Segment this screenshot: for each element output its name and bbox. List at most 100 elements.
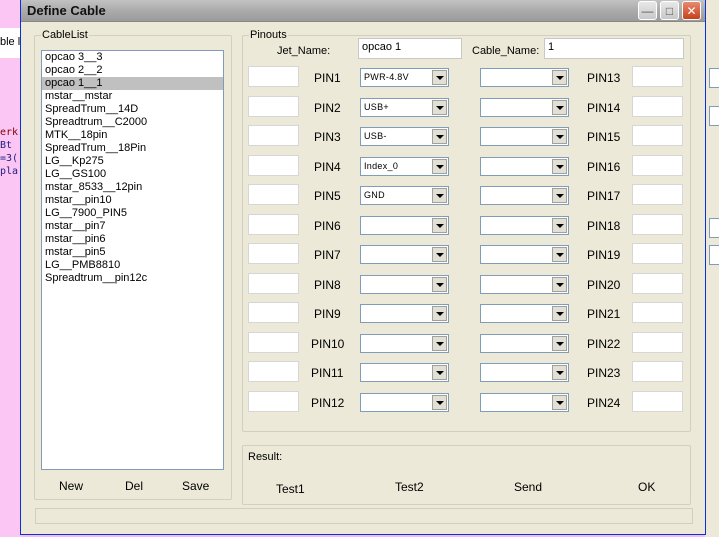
send-button[interactable]: Send: [514, 480, 542, 494]
chevron-down-icon[interactable]: [432, 306, 447, 321]
chevron-down-icon[interactable]: [432, 365, 447, 380]
del-button[interactable]: Del: [125, 479, 143, 493]
pin-label: PIN23: [587, 366, 621, 380]
pin-indicator-box: [248, 272, 299, 294]
cable-list-item[interactable]: mstar__pin10: [42, 194, 223, 207]
chevron-down-icon[interactable]: [552, 276, 567, 292]
chevron-down-icon[interactable]: [432, 247, 447, 262]
pin-label: PIN5: [314, 189, 341, 203]
cable-list-item[interactable]: SpreadTrum__18Pin: [42, 142, 223, 155]
cable-list-item[interactable]: Spreadtrum__C2000: [42, 116, 223, 129]
pin-signal-select[interactable]: [480, 245, 569, 264]
pin-signal-select[interactable]: USB+: [360, 97, 449, 117]
cable-list-item[interactable]: opcao 3__3: [42, 51, 223, 64]
pin-label: PIN4: [314, 159, 341, 174]
pin-signal-select[interactable]: [480, 274, 569, 294]
ok-button[interactable]: OK: [638, 480, 655, 494]
cable-list-item[interactable]: LG__PMB8810: [42, 259, 223, 272]
pin-signal-select[interactable]: [480, 186, 569, 205]
chevron-down-icon[interactable]: [432, 158, 447, 174]
cable-listbox[interactable]: opcao 3__3 opcao 2__2 opcao 1__1 mstar__mst…: [41, 50, 224, 470]
pin-signal-select[interactable]: [360, 304, 449, 323]
cable-list-item[interactable]: SpreadTrum__14D: [42, 103, 223, 116]
chevron-down-icon[interactable]: [432, 129, 447, 144]
pin-signal-value: PWR-4.8V: [364, 72, 409, 82]
cable-list-item[interactable]: MTK__18pin: [42, 129, 223, 142]
pin-label: PIN11: [311, 366, 344, 380]
minimize-button[interactable]: —: [638, 1, 657, 20]
chevron-down-icon[interactable]: [432, 188, 447, 203]
pin-signal-select[interactable]: [360, 333, 449, 353]
pin-signal-select[interactable]: [360, 363, 449, 382]
pin-signal-select[interactable]: [480, 97, 569, 117]
background-app-right: [705, 0, 719, 537]
pin-signal-select[interactable]: [360, 215, 449, 235]
pin-signal-select[interactable]: [480, 304, 569, 323]
chevron-down-icon[interactable]: [432, 70, 447, 85]
pin-indicator-box: [248, 66, 299, 87]
chevron-down-icon[interactable]: [432, 394, 447, 410]
pin-signal-select[interactable]: [480, 215, 569, 235]
pin-indicator-box: [632, 390, 683, 412]
close-button[interactable]: ✕: [682, 1, 701, 20]
pin-signal-select[interactable]: [360, 274, 449, 294]
pin-label: PIN18: [587, 218, 621, 233]
chevron-down-icon[interactable]: [552, 365, 567, 380]
cable-list-item[interactable]: LG__GS100: [42, 168, 223, 181]
title-bar[interactable]: Define Cable — □ ✕: [21, 0, 705, 22]
test1-button[interactable]: Test1: [276, 482, 305, 496]
chevron-down-icon[interactable]: [432, 335, 447, 351]
pin-signal-select[interactable]: [480, 127, 569, 146]
maximize-button[interactable]: □: [660, 1, 679, 20]
code-line: erk: [0, 127, 19, 138]
chevron-down-icon[interactable]: [552, 247, 567, 262]
cable-list-item[interactable]: mstar__mstar: [42, 90, 223, 103]
pin-signal-select[interactable]: [360, 392, 449, 412]
pin-indicator-box: [248, 213, 299, 235]
chevron-down-icon[interactable]: [552, 335, 567, 351]
chevron-down-icon[interactable]: [552, 394, 567, 410]
cable-list-item[interactable]: mstar__pin5: [42, 246, 223, 259]
cable-list-item[interactable]: Spreadtrum__pin12c: [42, 272, 223, 285]
cable-list-item[interactable]: LG__7900_PIN5: [42, 207, 223, 220]
pin-signal-select[interactable]: USB-: [360, 127, 449, 146]
chevron-down-icon[interactable]: [432, 99, 447, 115]
chevron-down-icon[interactable]: [432, 276, 447, 292]
pin-label: PIN19: [587, 248, 621, 262]
chevron-down-icon[interactable]: [552, 217, 567, 233]
cable-list-item[interactable]: mstar_8533__12pin: [42, 181, 223, 194]
pin-signal-select[interactable]: GND: [360, 186, 449, 205]
pin-signal-select[interactable]: PWR-4.8V: [360, 68, 449, 87]
pin-indicator-box: [632, 243, 683, 264]
new-button[interactable]: New: [59, 479, 83, 493]
chevron-down-icon[interactable]: [552, 70, 567, 85]
cable-list-item[interactable]: opcao 2__2: [42, 64, 223, 77]
background-code: erk Bt =3(pla: [0, 126, 22, 178]
pin-signal-value: USB-: [364, 131, 387, 141]
cable-list-item[interactable]: mstar__pin6: [42, 233, 223, 246]
pin-signal-select[interactable]: [480, 156, 569, 176]
chevron-down-icon[interactable]: [432, 217, 447, 233]
jet-name-input[interactable]: opcao 1: [358, 38, 462, 59]
test2-button[interactable]: Test2: [395, 480, 424, 494]
cable-name-input[interactable]: 1: [544, 38, 684, 59]
background-field: [709, 218, 719, 238]
cable-list-item[interactable]: opcao 1__1: [42, 77, 223, 90]
chevron-down-icon[interactable]: [552, 188, 567, 203]
pin-signal-select[interactable]: [480, 363, 569, 382]
chevron-down-icon[interactable]: [552, 129, 567, 144]
pin-signal-select[interactable]: Index_0: [360, 156, 449, 176]
chevron-down-icon[interactable]: [552, 99, 567, 115]
pin-signal-select[interactable]: [360, 245, 449, 264]
pin-signal-select[interactable]: [480, 68, 569, 87]
pin-indicator-box: [632, 302, 683, 323]
pin-signal-select[interactable]: [480, 392, 569, 412]
pin-label: PIN20: [587, 277, 621, 292]
chevron-down-icon[interactable]: [552, 158, 567, 174]
chevron-down-icon[interactable]: [552, 306, 567, 321]
cable-list-item[interactable]: mstar__pin7: [42, 220, 223, 233]
pin-signal-select[interactable]: [480, 333, 569, 353]
save-button[interactable]: Save: [182, 479, 209, 493]
result-group: [242, 445, 691, 505]
cable-list-item[interactable]: LG__Kp275: [42, 155, 223, 168]
